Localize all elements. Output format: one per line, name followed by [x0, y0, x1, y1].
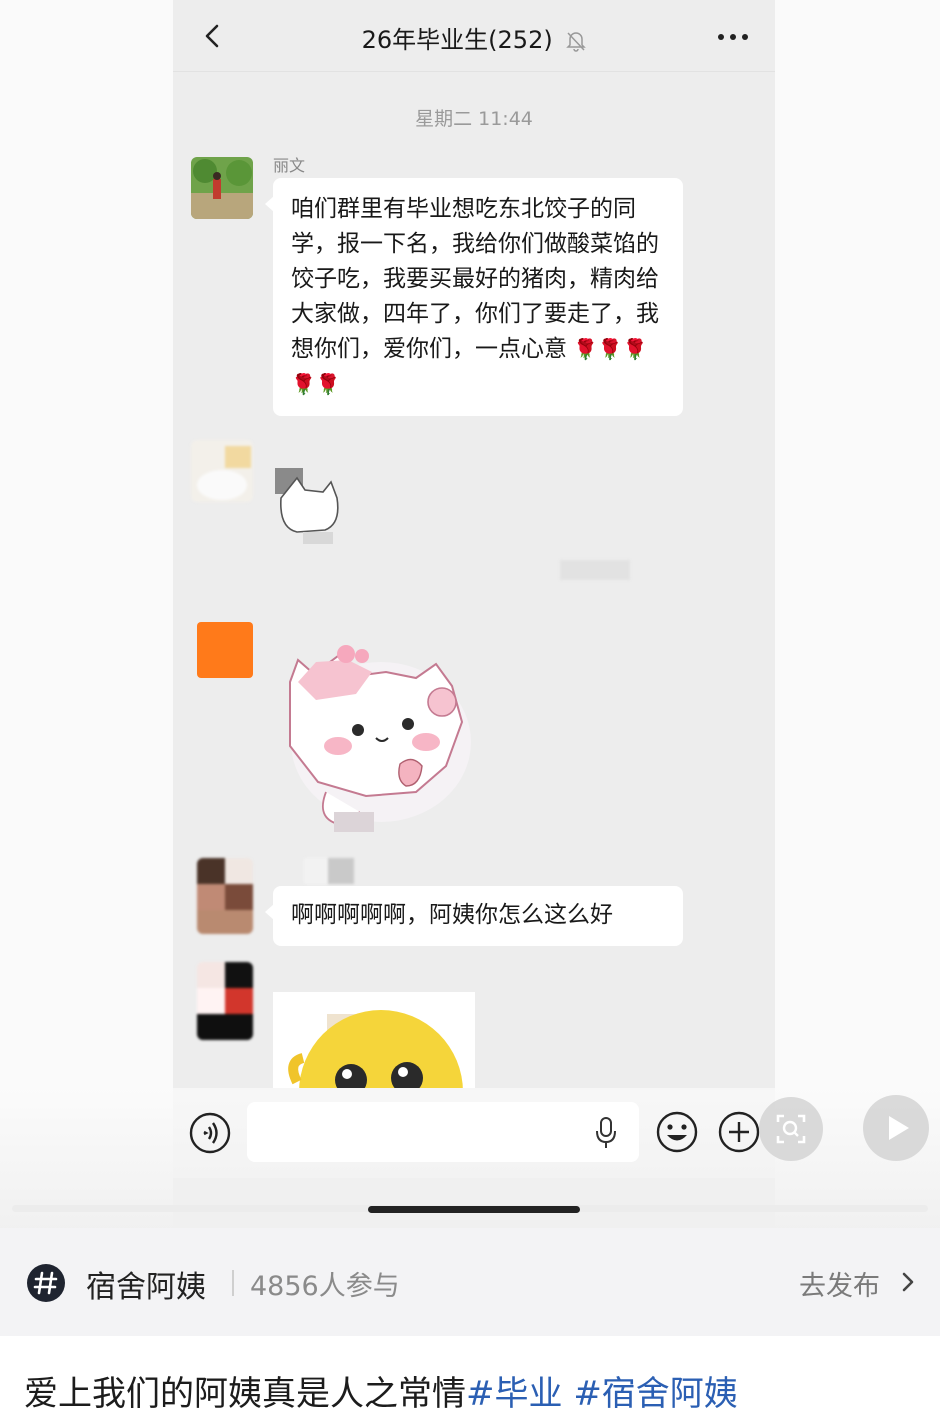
caption-text: 爱上我们的阿姨真是人之常情	[24, 1374, 466, 1414]
more-dots-icon[interactable]	[713, 22, 753, 52]
blurred-sender	[304, 858, 354, 884]
video-progress-indicator[interactable]	[368, 1206, 580, 1213]
avatar[interactable]	[197, 858, 253, 934]
voice-icon[interactable]	[188, 1111, 232, 1155]
emoji-icon[interactable]	[655, 1110, 699, 1154]
chat-title-row: 26年毕业生(252)	[173, 20, 775, 55]
chat-screenshot: 26年毕业生(252) 星期二 11:44 丽文 咱们群里有毕业想吃东北饺子的同…	[0, 0, 940, 1228]
hashtag-link[interactable]: #毕业	[466, 1374, 563, 1414]
topic-bar[interactable]: 宿舍阿姨 4856人参与 去发布	[0, 1228, 940, 1336]
avatar[interactable]	[197, 622, 253, 678]
chat-header: 26年毕业生(252)	[173, 0, 775, 72]
avatar[interactable]	[191, 157, 253, 219]
publish-link[interactable]: 去发布	[799, 1264, 880, 1303]
message-input[interactable]	[247, 1102, 639, 1162]
topic-name: 宿舍阿姨	[86, 1270, 206, 1305]
blurred-text	[560, 560, 630, 580]
emoji-sticker[interactable]	[273, 992, 475, 1096]
play-icon[interactable]	[862, 1094, 930, 1162]
message-bubble[interactable]: 啊啊啊啊啊，阿姨你怎么这么好	[265, 886, 683, 946]
scan-icon[interactable]	[758, 1096, 824, 1162]
avatar[interactable]	[191, 440, 253, 502]
chat-timestamp: 星期二 11:44	[415, 108, 533, 130]
sender-name: 丽文	[273, 156, 306, 175]
bell-off-icon	[566, 32, 587, 52]
chevron-right-icon[interactable]	[896, 1268, 920, 1296]
hashtag-link[interactable]: #宿舍阿姨	[573, 1374, 738, 1414]
plus-circle-icon[interactable]	[717, 1110, 761, 1154]
pink-cat-sticker[interactable]	[276, 642, 476, 834]
mic-icon[interactable]	[594, 1116, 618, 1150]
video-page: 26年毕业生(252) 星期二 11:44 丽文 咱们群里有毕业想吃东北饺子的同…	[0, 0, 940, 1422]
avatar[interactable]	[197, 962, 253, 1040]
message-text: 啊啊啊啊啊，阿姨你怎么这么好	[291, 902, 613, 928]
message-bubble[interactable]: 咱们群里有毕业想吃东北饺子的同学，报一下名，我给你们做酸菜馅的饺子吃，我要买最好…	[265, 178, 683, 416]
hashtag-icon	[27, 1264, 65, 1302]
video-caption: 爱上我们的阿姨真是人之常情#毕业 #宿舍阿姨	[24, 1366, 738, 1415]
divider	[232, 1270, 234, 1296]
avatar-image	[191, 157, 253, 219]
topic-participant-count: 4856人参与	[250, 1271, 400, 1302]
smiley-face	[288, 1010, 463, 1096]
cat-sticker[interactable]	[275, 468, 345, 548]
chat-title: 26年毕业生(252)	[361, 26, 553, 54]
